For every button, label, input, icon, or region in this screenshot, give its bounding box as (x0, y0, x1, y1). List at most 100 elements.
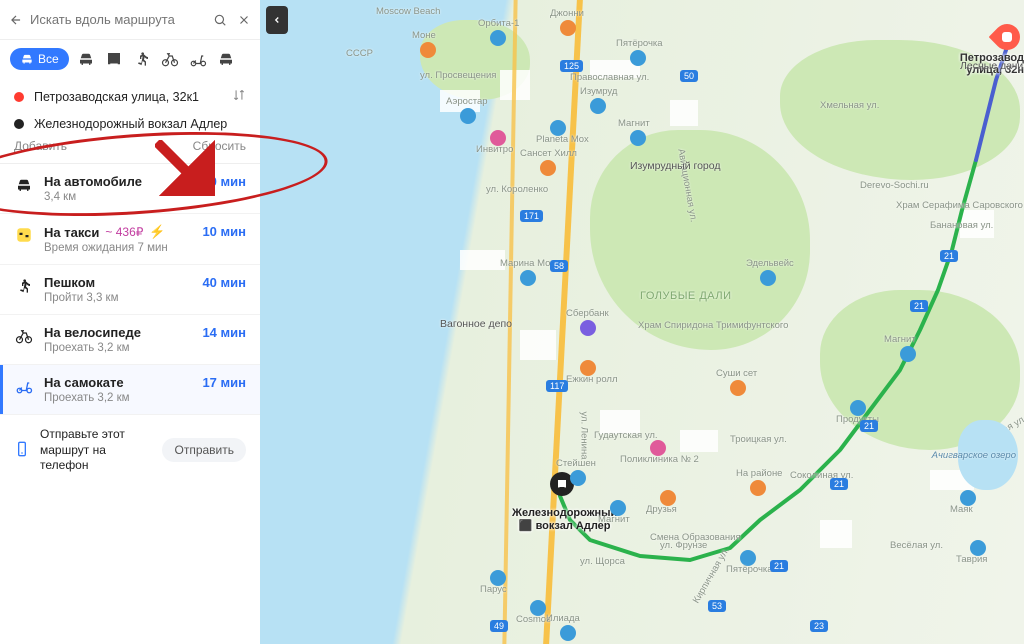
poi-label: Эдельвейс (746, 258, 794, 269)
poi-icon[interactable] (590, 98, 606, 114)
route-taxi-price: ~ 436₽ (105, 225, 143, 239)
street-label: Банановая ул. (930, 220, 993, 231)
close-icon[interactable] (234, 6, 254, 34)
poi-label: Магнит (598, 514, 630, 525)
street-label: Весёлая ул. (890, 540, 943, 551)
back-icon[interactable] (6, 6, 26, 34)
route-bike-title: На велосипеде (44, 325, 192, 340)
poi-label: Сбербанк (566, 308, 609, 319)
poi-icon[interactable] (900, 346, 916, 362)
poi-label: Магнит (884, 334, 916, 345)
route-car-title: На автомобиле (44, 174, 192, 189)
route-scooter[interactable]: На самокате Проехать 3,2 км 17 мин (0, 365, 260, 415)
poi-icon[interactable] (760, 270, 776, 286)
poi-label: Moscow Beach (376, 6, 440, 17)
reset-waypoints[interactable]: Сбросить (193, 139, 246, 153)
bus-badge[interactable]: 49 (490, 620, 508, 632)
route-bike[interactable]: На велосипеде Проехать 3,2 км 14 мин (0, 315, 260, 365)
route-car[interactable]: На автомобиле 3,4 км 10 мин (0, 164, 260, 214)
route-options: На автомобиле 3,4 км 10 мин На такси ~ 4… (0, 163, 260, 415)
mode-scooter-icon[interactable] (187, 48, 209, 70)
street-label: Гудаутская ул. (594, 430, 658, 441)
add-waypoint[interactable]: Добавить (14, 139, 67, 153)
poi-icon[interactable] (750, 480, 766, 496)
bus-badge[interactable]: 117 (546, 380, 568, 392)
waypoint-to[interactable]: Железнодорожный вокзал Адлер (14, 111, 246, 137)
poi-label: На районе (736, 468, 782, 479)
poi-icon[interactable] (520, 270, 536, 286)
poi-label: Аэростар (446, 96, 488, 107)
street-label: ул. Щорса (580, 556, 625, 567)
street-label: ул. Короленко (486, 184, 548, 195)
poi-icon[interactable] (560, 20, 576, 36)
street-label: Троицкая ул. (730, 434, 787, 445)
poi-label: Парус (480, 584, 507, 595)
poi-label: Храм Спиридона Тримифунтского (638, 320, 788, 331)
poi-label: Лесные дачи (960, 60, 1023, 72)
bus-badge[interactable]: 53 (708, 600, 726, 612)
poi-label: Ежкин ролл (566, 374, 618, 385)
street-label: ул. Ленина (578, 412, 589, 460)
search-icon[interactable] (210, 6, 230, 34)
poi-icon[interactable] (460, 108, 476, 124)
poi-icon[interactable] (490, 30, 506, 46)
car-icon (14, 175, 34, 195)
send-route: Отправьте этот маршрут на телефон Отправ… (0, 415, 260, 486)
bus-badge[interactable]: 21 (940, 250, 958, 262)
poi-icon[interactable] (630, 50, 646, 66)
search-bar (0, 0, 260, 40)
poi-icon[interactable] (730, 380, 746, 396)
waypoints: Петрозаводская улица, 32к1 Железнодорожн… (0, 78, 260, 163)
poi-label: Таврия (956, 554, 987, 565)
mode-bus-icon[interactable] (103, 48, 125, 70)
route-walk-time: 40 мин (202, 275, 246, 290)
bus-badge[interactable]: 21 (910, 300, 928, 312)
mode-all-label: Все (38, 52, 59, 66)
route-bike-time: 14 мин (202, 325, 246, 340)
waypoint-from[interactable]: Петрозаводская улица, 32к1 (14, 82, 246, 111)
poi-icon[interactable] (570, 470, 586, 486)
bus-badge[interactable]: 58 (550, 260, 568, 272)
swap-icon[interactable] (232, 88, 246, 105)
bus-badge[interactable]: 21 (830, 478, 848, 490)
poi-label: Изумрудный город (630, 160, 721, 172)
poi-label: Стейшен (556, 458, 596, 469)
walk-icon (14, 276, 34, 296)
street-label: Православная ул. (570, 72, 649, 83)
bus-badge[interactable]: 23 (810, 620, 828, 632)
search-input[interactable] (30, 12, 206, 27)
area-label: ГОЛУБЫЕ ДАЛИ (640, 290, 731, 302)
route-taxi[interactable]: На такси ~ 436₽ ⚡ Время ожидания 7 мин 1… (0, 214, 260, 265)
route-walk[interactable]: Пешком Пройти 3,3 км 40 мин (0, 265, 260, 315)
bus-badge[interactable]: 50 (680, 70, 698, 82)
poi-label: Пятёрочка (726, 564, 773, 575)
mode-walk-icon[interactable] (131, 48, 153, 70)
bolt-icon: ⚡ (149, 224, 165, 240)
bus-badge[interactable]: 21 (770, 560, 788, 572)
transport-modes: Все (0, 40, 260, 78)
poi-icon[interactable] (630, 130, 646, 146)
poi-icon[interactable] (540, 160, 556, 176)
send-button[interactable]: Отправить (162, 438, 246, 462)
waypoint-from-text: Петрозаводская улица, 32к1 (34, 90, 199, 104)
bus-badge[interactable]: 171 (520, 210, 543, 222)
poi-icon[interactable] (560, 625, 576, 641)
poi-icon[interactable] (580, 320, 596, 336)
map-canvas[interactable]: Петрозаводулица, 32н Железнодорожный⬛ во… (260, 0, 1024, 644)
mode-taxi-icon[interactable] (215, 48, 237, 70)
street-label: Хмельная ул. (820, 100, 879, 111)
route-car-sub: 3,4 км (44, 191, 192, 203)
route-scooter-title: На самокате (44, 375, 192, 390)
collapse-panel-icon[interactable] (266, 6, 288, 34)
poi-icon[interactable] (420, 42, 436, 58)
mode-all[interactable]: Все (10, 48, 69, 70)
poi-label: Изумруд (580, 86, 617, 97)
mode-bike-icon[interactable] (159, 48, 181, 70)
mode-car-icon[interactable] (75, 48, 97, 70)
bus-badge[interactable]: 125 (560, 60, 583, 72)
poi-label: Пятёрочка (616, 38, 663, 49)
poi-label: Инвитро (476, 144, 513, 155)
scooter-icon (14, 376, 34, 396)
bus-badge[interactable]: 21 (860, 420, 878, 432)
poi-label: Сансет Хилл (520, 148, 577, 159)
